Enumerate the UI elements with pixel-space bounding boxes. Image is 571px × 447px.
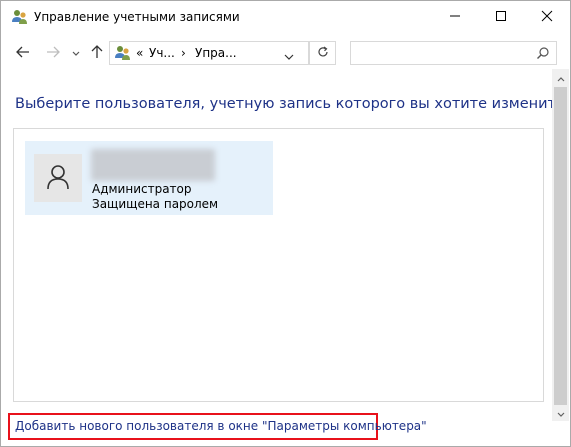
account-status: Защищена паролем xyxy=(92,197,219,211)
minimize-button[interactable] xyxy=(432,1,478,33)
account-name-redacted xyxy=(91,149,215,181)
window-title: Управление учетными записями xyxy=(34,10,240,24)
address-bar[interactable]: « Уч... › Упра... xyxy=(109,41,309,65)
account-tile[interactable]: Администратор Защищена паролем xyxy=(25,141,273,215)
refresh-button[interactable] xyxy=(309,41,336,65)
forward-button[interactable] xyxy=(43,42,63,64)
refresh-icon xyxy=(317,46,329,61)
scrollbar-thumb[interactable] xyxy=(554,87,567,405)
add-new-user-link[interactable]: Добавить нового пользователя в окне "Пар… xyxy=(15,419,427,433)
page-heading: Выберите пользователя, учетную запись ко… xyxy=(15,96,565,112)
back-button[interactable] xyxy=(13,42,33,64)
account-role: Администратор xyxy=(92,182,192,196)
close-button[interactable] xyxy=(524,1,570,33)
search-box[interactable] xyxy=(350,41,557,65)
maximize-button[interactable] xyxy=(478,1,524,33)
scroll-down-button[interactable] xyxy=(552,404,569,421)
search-icon[interactable] xyxy=(536,46,550,63)
arrow-right-icon xyxy=(46,46,60,61)
navigation-bar: « Уч... › Упра... xyxy=(1,37,570,69)
vertical-scrollbar[interactable] xyxy=(552,69,569,421)
chevron-down-icon xyxy=(72,46,80,60)
maximize-icon xyxy=(495,10,507,25)
minimize-icon xyxy=(449,10,461,25)
recent-locations-button[interactable] xyxy=(69,42,83,64)
arrow-left-icon xyxy=(16,46,30,61)
chevron-up-icon xyxy=(557,71,565,85)
chevron-down-icon xyxy=(557,406,565,420)
up-button[interactable] xyxy=(88,42,106,64)
breadcrumb-separator: › xyxy=(181,46,186,60)
address-dropdown-icon[interactable] xyxy=(284,50,294,64)
breadcrumb-manage-accounts[interactable]: Упра... xyxy=(195,46,237,60)
users-app-icon xyxy=(11,9,29,25)
window: Управление учетными записями « Уч... › У… xyxy=(0,0,571,447)
breadcrumb-user-accounts[interactable]: Уч... xyxy=(149,46,175,60)
scroll-up-button[interactable] xyxy=(552,69,569,86)
arrow-up-icon xyxy=(91,44,103,62)
breadcrumb-overflow[interactable]: « xyxy=(136,46,143,60)
title-bar: Управление учетными записями xyxy=(1,1,570,34)
control-panel-icon xyxy=(114,45,132,61)
close-icon xyxy=(541,10,553,25)
user-icon xyxy=(46,164,70,193)
avatar xyxy=(34,154,82,202)
